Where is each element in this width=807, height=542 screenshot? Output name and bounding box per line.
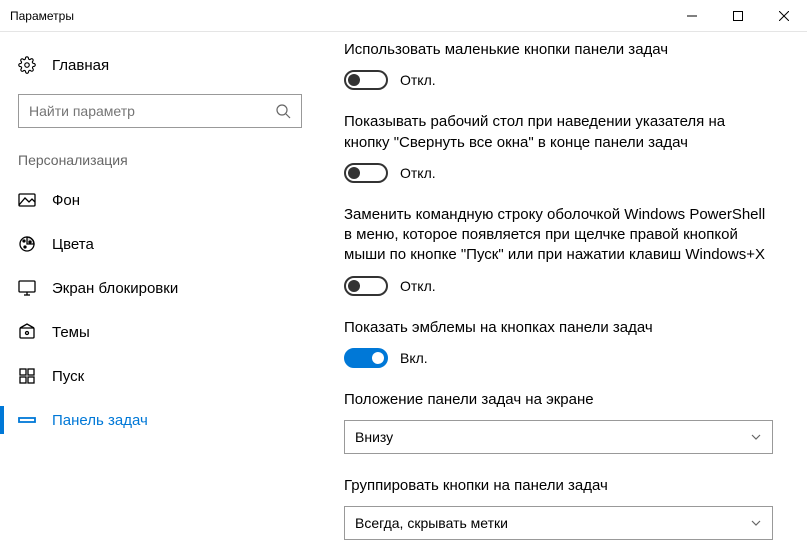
sidebar-item-colors[interactable]: Цвета <box>0 222 320 266</box>
setting-label: Показать эмблемы на кнопках панели задач <box>344 318 773 338</box>
sidebar-item-lock-screen[interactable]: Экран блокировки <box>0 266 320 310</box>
maximize-icon <box>733 11 743 21</box>
close-button[interactable] <box>761 0 807 32</box>
sidebar-item-label: Пуск <box>52 368 84 385</box>
section-label: Персонализация <box>0 146 320 178</box>
window-controls <box>669 0 807 32</box>
sidebar-item-taskbar[interactable]: Панель задач <box>0 398 320 442</box>
search-icon <box>275 103 291 119</box>
lock-screen-icon <box>18 279 36 297</box>
toggle-state-text: Откл. <box>400 165 436 181</box>
setting-label: Заменить командную строку оболочкой Wind… <box>344 205 773 266</box>
setting-label: Показывать рабочий стол при наведении ук… <box>344 112 773 153</box>
toggle-switch[interactable] <box>344 163 388 183</box>
setting-4: Положение панели задач на экране Внизу <box>344 390 773 454</box>
sidebar-item-label: Фон <box>52 192 80 209</box>
gear-icon <box>18 56 36 74</box>
home-label: Главная <box>52 57 109 74</box>
sidebar-item-background[interactable]: Фон <box>0 178 320 222</box>
toggle-switch[interactable] <box>344 70 388 90</box>
search-box[interactable] <box>18 94 302 128</box>
background-icon <box>18 191 36 209</box>
toggle-row: Откл. <box>344 70 773 90</box>
content-area: Использовать маленькие кнопки панели зад… <box>320 32 807 542</box>
taskbar-icon <box>18 411 36 429</box>
setting-5: Группировать кнопки на панели задач Всегд… <box>344 476 773 540</box>
sidebar-item-label: Панель задач <box>52 412 148 429</box>
sidebar-item-themes[interactable]: Темы <box>0 310 320 354</box>
themes-icon <box>18 323 36 341</box>
start-icon <box>18 367 36 385</box>
sidebar: Главная Персонализация Фон Цвета Экран бло… <box>0 32 320 542</box>
setting-label: Положение панели задач на экране <box>344 390 773 410</box>
toggle-state-text: Откл. <box>400 278 436 294</box>
minimize-icon <box>687 11 697 21</box>
maximize-button[interactable] <box>715 0 761 32</box>
toggle-row: Вкл. <box>344 348 773 368</box>
chevron-down-icon <box>750 431 762 443</box>
home-button[interactable]: Главная <box>0 46 320 84</box>
titlebar: Параметры <box>0 0 807 32</box>
toggle-switch[interactable] <box>344 276 388 296</box>
toggle-switch[interactable] <box>344 348 388 368</box>
sidebar-item-label: Цвета <box>52 236 94 253</box>
toggle-row: Откл. <box>344 276 773 296</box>
toggle-state-text: Откл. <box>400 72 436 88</box>
toggle-state-text: Вкл. <box>400 350 428 366</box>
setting-1: Показывать рабочий стол при наведении ук… <box>344 112 773 183</box>
chevron-down-icon <box>750 517 762 529</box>
close-icon <box>779 11 789 21</box>
sidebar-item-label: Темы <box>52 324 90 341</box>
select-value: Всегда, скрывать метки <box>355 515 508 531</box>
colors-icon <box>18 235 36 253</box>
setting-label: Использовать маленькие кнопки панели зад… <box>344 40 773 60</box>
setting-3: Показать эмблемы на кнопках панели задач… <box>344 318 773 368</box>
sidebar-item-start[interactable]: Пуск <box>0 354 320 398</box>
select-value: Внизу <box>355 429 393 445</box>
select-dropdown[interactable]: Всегда, скрывать метки <box>344 506 773 540</box>
minimize-button[interactable] <box>669 0 715 32</box>
select-dropdown[interactable]: Внизу <box>344 420 773 454</box>
toggle-row: Откл. <box>344 163 773 183</box>
setting-2: Заменить командную строку оболочкой Wind… <box>344 205 773 296</box>
sidebar-item-label: Экран блокировки <box>52 280 178 297</box>
setting-label: Группировать кнопки на панели задач <box>344 476 773 496</box>
search-input[interactable] <box>29 103 275 119</box>
window-title: Параметры <box>10 9 74 23</box>
setting-0: Использовать маленькие кнопки панели зад… <box>344 40 773 90</box>
